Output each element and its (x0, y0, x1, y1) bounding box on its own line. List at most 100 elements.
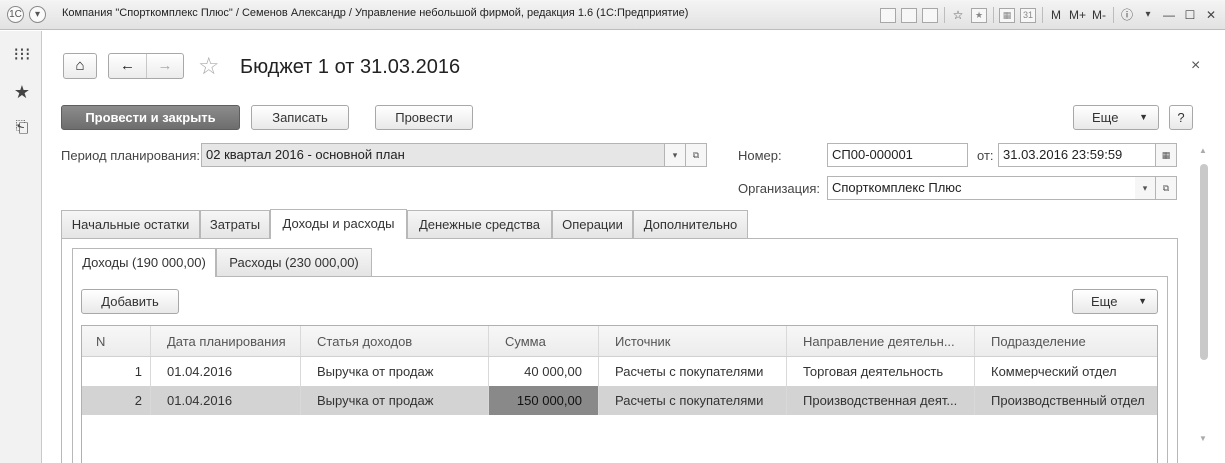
cell-amount[interactable]: 40 000,00 (489, 357, 599, 386)
tab-operations[interactable]: Операции (552, 210, 633, 239)
cell-date[interactable]: 01.04.2016 (151, 386, 301, 415)
open-icon: ⧉ (692, 150, 700, 160)
calculator-icon[interactable]: ▦ (998, 7, 1015, 23)
column-header-date[interactable]: Дата планирования (151, 326, 301, 356)
chevron-down-icon: ▼ (1139, 112, 1148, 122)
tab-costs[interactable]: Затраты (200, 210, 270, 239)
date-label: от: (977, 148, 994, 163)
memory-mminus-button[interactable]: M- (1091, 6, 1107, 24)
column-header-n[interactable]: N (82, 326, 151, 356)
organization-label: Организация: (738, 181, 821, 196)
favorite-star-icon[interactable]: ☆ (950, 6, 966, 24)
tab-cash[interactable]: Денежные средства (407, 210, 552, 239)
column-header-amount[interactable]: Сумма (489, 326, 599, 356)
help-button[interactable]: ? (1169, 105, 1193, 130)
dropdown-arrow-icon: ▾ (1142, 183, 1148, 193)
document-title: Бюджет 1 от 31.03.2016 (240, 56, 461, 78)
cell-activity[interactable]: Производственная деят... (787, 386, 975, 415)
favorites-list-icon[interactable]: ★ (970, 7, 987, 23)
organization-open-button[interactable]: ⧉ (1156, 176, 1177, 200)
cell-source[interactable]: Расчеты с покупателями (599, 386, 787, 415)
preview-icon[interactable] (921, 7, 938, 23)
calendar-icon: ▦ (1161, 150, 1171, 160)
cell-amount-active[interactable]: 150 000,00 (489, 386, 599, 415)
back-arrow-icon[interactable]: ← (109, 54, 147, 78)
home-button[interactable]: ⌂ (63, 53, 97, 79)
scroll-down-icon[interactable]: ▼ (1199, 434, 1207, 443)
add-row-button[interactable]: Добавить (81, 289, 179, 314)
window-titlebar: 1С ▾ Компания "Спорткомплекс Плюс" / Сем… (0, 0, 1225, 30)
save-icon[interactable] (879, 7, 896, 23)
toolbar-divider (992, 7, 994, 23)
column-header-source[interactable]: Источник (599, 326, 787, 356)
dropdown-arrow-icon[interactable]: ▾ (1140, 6, 1156, 24)
column-header-department[interactable]: Подразделение (975, 326, 1157, 356)
scrollbar-thumb[interactable] (1200, 164, 1208, 360)
column-header-income-item[interactable]: Статья доходов (301, 326, 489, 356)
save-button[interactable]: Записать (251, 105, 349, 130)
info-icon[interactable]: ⓘ (1119, 6, 1135, 24)
form-scrollbar[interactable]: ▲ ▼ (1198, 146, 1210, 458)
cell-date[interactable]: 01.04.2016 (151, 357, 301, 386)
number-label: Номер: (738, 148, 782, 163)
navigation-buttons: ← → (108, 53, 184, 79)
organization-field[interactable]: Спорткомплекс Плюс (827, 176, 1136, 200)
main-menu-icon[interactable]: ▾ (29, 6, 46, 23)
history-icon[interactable]: ⎗ (11, 117, 33, 139)
post-button[interactable]: Провести (375, 105, 473, 130)
period-open-button[interactable]: ⧉ (686, 143, 707, 167)
window-close-icon[interactable]: ✕ (1203, 6, 1219, 24)
tab-additional[interactable]: Дополнительно (633, 210, 748, 239)
dropdown-arrow-icon: ▾ (672, 150, 678, 160)
add-to-favorites-star-icon[interactable]: ☆ (198, 54, 220, 80)
tab-income-expenses[interactable]: Доходы и расходы (270, 209, 407, 239)
column-header-activity[interactable]: Направление деятельн... (787, 326, 975, 356)
memory-m-button[interactable]: M (1048, 6, 1064, 24)
more-label: Еще (1092, 110, 1119, 125)
income-table: N Дата планирования Статья доходов Сумма… (81, 325, 1158, 463)
cell-source[interactable]: Расчеты с покупателями (599, 357, 787, 386)
cell-n[interactable]: 2 (82, 386, 151, 415)
cell-department[interactable]: Коммерческий отдел (975, 357, 1157, 386)
document-form: ⌂ ← → ☆ Бюджет 1 от 31.03.2016 × Провест… (43, 31, 1225, 463)
maximize-icon[interactable]: ☐ (1182, 6, 1198, 24)
cell-department[interactable]: Производственный отдел (975, 386, 1157, 415)
forward-arrow-icon[interactable]: → (147, 54, 183, 78)
table-more-label: Еще (1091, 294, 1118, 309)
date-field[interactable]: 31.03.2016 23:59:59 (998, 143, 1156, 167)
tab-initial-balances[interactable]: Начальные остатки (61, 210, 200, 239)
post-and-close-button[interactable]: Провести и закрыть (61, 105, 240, 130)
calendar-icon[interactable]: 31 (1019, 7, 1036, 23)
more-actions-button[interactable]: Еще ▼ (1073, 105, 1159, 130)
number-field[interactable]: СП00-000001 (827, 143, 968, 167)
cell-income-item[interactable]: Выручка от продаж (301, 386, 489, 415)
table-more-button[interactable]: Еще ▼ (1072, 289, 1158, 314)
organization-dropdown-button[interactable]: ▾ (1135, 176, 1156, 200)
period-dropdown-button[interactable]: ▾ (665, 143, 686, 167)
apps-grid-icon[interactable]: ⁝⁝⁝ (11, 43, 33, 65)
subtab-expenses[interactable]: Расходы (230 000,00) (216, 248, 372, 276)
period-field[interactable]: 02 квартал 2016 - основной план (201, 143, 665, 167)
cell-income-item[interactable]: Выручка от продаж (301, 357, 489, 386)
open-icon: ⧉ (1162, 183, 1170, 193)
subtab-income[interactable]: Доходы (190 000,00) (72, 248, 216, 277)
table-row[interactable]: 2 01.04.2016 Выручка от продаж 150 000,0… (82, 386, 1157, 415)
table-row[interactable]: 1 01.04.2016 Выручка от продаж 40 000,00… (82, 357, 1157, 386)
toolbar-divider (943, 7, 945, 23)
titlebar-toolbar: ☆ ★ ▦ 31 M M+ M- ⓘ ▾ — ☐ ✕ (875, 5, 1219, 25)
left-sidebar: ⁝⁝⁝ ★ ⎗ (0, 31, 42, 463)
window-title: Компания "Спорткомплекс Плюс" / Семенов … (62, 7, 689, 19)
chevron-down-icon: ▼ (1138, 296, 1147, 306)
form-close-icon[interactable]: × (1191, 57, 1200, 75)
date-calendar-button[interactable]: ▦ (1156, 143, 1177, 167)
print-icon[interactable] (900, 7, 917, 23)
scroll-up-icon[interactable]: ▲ (1199, 146, 1207, 155)
cell-n[interactable]: 1 (82, 357, 151, 386)
cell-activity[interactable]: Торговая деятельность (787, 357, 975, 386)
favorites-star-icon[interactable]: ★ (11, 81, 33, 103)
memory-mplus-button[interactable]: M+ (1069, 6, 1086, 24)
toolbar-divider (1113, 7, 1114, 23)
table-header: N Дата планирования Статья доходов Сумма… (82, 326, 1157, 357)
minimize-icon[interactable]: — (1161, 6, 1177, 24)
app-logo-icon[interactable]: 1С (7, 6, 24, 23)
